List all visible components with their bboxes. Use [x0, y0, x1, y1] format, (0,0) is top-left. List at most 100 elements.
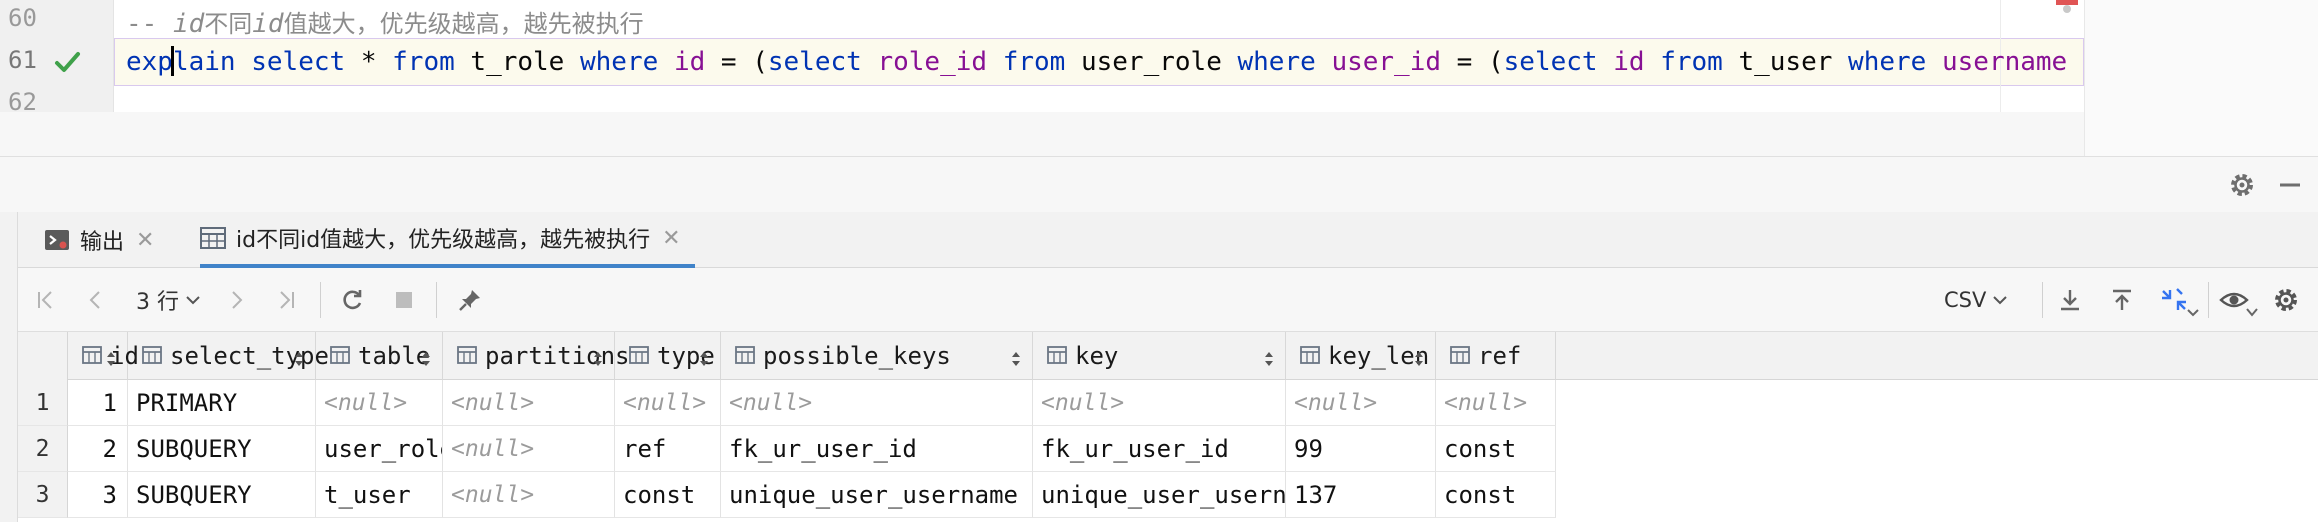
column-header-partitions[interactable]: partitions: [443, 332, 630, 380]
table-cell[interactable]: 2: [68, 426, 128, 472]
column-header-type[interactable]: type: [615, 332, 721, 380]
sort-icon[interactable]: [105, 346, 117, 374]
last-page-icon[interactable]: [270, 284, 302, 316]
table-cell[interactable]: <null>: [443, 380, 615, 426]
table-cell[interactable]: const: [1436, 472, 1556, 518]
stop-icon[interactable]: [388, 284, 420, 316]
sql-keyword: lain: [172, 47, 236, 77]
table-cell[interactable]: PRIMARY: [128, 380, 316, 426]
table-cell[interactable]: <null>: [1286, 380, 1436, 426]
first-page-icon[interactable]: [30, 284, 62, 316]
table-cell[interactable]: SUBQUERY: [128, 426, 316, 472]
comment-text: id: [252, 9, 284, 39]
result-grid[interactable]: id select_type table partitions type possible…: [18, 332, 2318, 522]
page-size-select[interactable]: 3 行: [136, 284, 201, 316]
comment-prefix: --: [126, 9, 173, 39]
check-icon[interactable]: [52, 47, 82, 77]
table-cell[interactable]: ref: [615, 426, 721, 472]
table-cell[interactable]: unique_user_username: [1033, 472, 1286, 518]
sort-icon[interactable]: [1010, 346, 1022, 374]
sort-icon[interactable]: [293, 346, 305, 374]
table-cell[interactable]: 1: [68, 380, 128, 426]
table-cell[interactable]: <null>: [443, 472, 615, 518]
table-icon: [200, 227, 226, 249]
table-cell[interactable]: <null>: [443, 426, 615, 472]
column-header-table[interactable]: table: [316, 332, 443, 380]
column-header-select-type[interactable]: select_type: [128, 332, 329, 380]
next-page-icon[interactable]: [220, 284, 252, 316]
table-cell[interactable]: SUBQUERY: [128, 472, 316, 518]
sql-keyword: from: [1660, 47, 1723, 77]
sort-icon[interactable]: [592, 346, 604, 374]
error-stripe-marker[interactable]: [2056, 0, 2078, 14]
gear-icon[interactable]: [2270, 284, 2302, 316]
gear-icon[interactable]: [2228, 171, 2256, 199]
table-cell[interactable]: user_role: [316, 426, 443, 472]
tab-output[interactable]: 输出 ✕: [44, 212, 154, 268]
sql-table-name: user_role: [1065, 47, 1238, 77]
column-header-id[interactable]: id: [68, 332, 139, 380]
tab-label: id不同id值越大，优先级越高，越先被执行: [236, 228, 651, 253]
table-cell[interactable]: 99: [1286, 426, 1436, 472]
sql-editor[interactable]: 60 61 62 -- id不同id值越大，优先级越高，越先被执行 explai…: [0, 0, 2318, 156]
sort-icon[interactable]: [1263, 346, 1275, 374]
table-cell[interactable]: t_user: [316, 472, 443, 518]
sort-icon[interactable]: [420, 346, 432, 374]
tab-query-result[interactable]: id不同id值越大，优先级越高，越先被执行 ✕: [200, 212, 695, 268]
sql-column: username: [1941, 47, 2068, 77]
console-icon: [45, 230, 69, 250]
tab-label: 输出: [80, 230, 125, 255]
row-number[interactable]: 3: [18, 472, 68, 518]
table-cell[interactable]: const: [615, 472, 721, 518]
editor-spacer: [0, 112, 2084, 156]
close-icon[interactable]: ✕: [662, 226, 680, 251]
minimize-icon[interactable]: [2276, 171, 2304, 199]
upload-icon[interactable]: [2106, 284, 2138, 316]
row-number[interactable]: 2: [18, 426, 68, 472]
table-cell[interactable]: unique_user_username: [721, 472, 1033, 518]
editor-scrollbar-area[interactable]: [2084, 0, 2318, 156]
sql-token: *: [345, 47, 393, 77]
refresh-icon[interactable]: [336, 284, 368, 316]
sql-keyword: from: [392, 47, 455, 77]
table-cell[interactable]: const: [1436, 426, 1556, 472]
row-count-label: 3 行: [136, 290, 179, 315]
chevron-down-icon: [1993, 296, 2008, 305]
column-header-ref[interactable]: ref: [1436, 332, 1556, 380]
table-cell[interactable]: <null>: [1436, 380, 1556, 426]
table-cell[interactable]: fk_ur_user_id: [1033, 426, 1286, 472]
grid-corner[interactable]: [18, 332, 68, 380]
grid-header: id select_type table partitions type possible…: [18, 332, 2318, 380]
column-icon: [457, 342, 477, 370]
sql-keyword: select: [1503, 47, 1598, 77]
table-cell[interactable]: 137: [1286, 472, 1436, 518]
column-icon: [142, 342, 162, 370]
table-cell[interactable]: 3: [68, 472, 128, 518]
pin-tab-icon[interactable]: [454, 284, 486, 316]
previous-page-icon[interactable]: [80, 284, 112, 316]
column-header-possible-keys[interactable]: possible_keys: [721, 332, 1033, 380]
column-header-key[interactable]: key: [1033, 332, 1286, 380]
table-cell[interactable]: fk_ur_user_id: [721, 426, 1033, 472]
code-line-query[interactable]: explain select * from t_role where id = …: [126, 46, 2099, 77]
table-cell[interactable]: <null>: [721, 380, 1033, 426]
code-line-comment[interactable]: -- id不同id值越大，优先级越高，越先被执行: [126, 4, 644, 39]
table-cell[interactable]: <null>: [1033, 380, 1286, 426]
download-icon[interactable]: [2054, 284, 2086, 316]
sort-icon[interactable]: [1413, 346, 1425, 374]
sort-icon[interactable]: [698, 346, 710, 374]
side-strip: [0, 212, 18, 522]
row-number[interactable]: 1: [18, 380, 68, 426]
line-number: 60: [8, 4, 37, 32]
chevron-down-icon[interactable]: [2246, 308, 2258, 317]
table-cell[interactable]: <null>: [615, 380, 721, 426]
export-format-select[interactable]: CSV: [1944, 284, 2008, 316]
column-header-key-len[interactable]: key_len: [1286, 332, 1436, 380]
toolbar-separator: [320, 282, 321, 318]
close-icon[interactable]: ✕: [136, 228, 154, 253]
table-cell[interactable]: <null>: [316, 380, 443, 426]
chevron-down-icon[interactable]: [2186, 308, 2200, 318]
